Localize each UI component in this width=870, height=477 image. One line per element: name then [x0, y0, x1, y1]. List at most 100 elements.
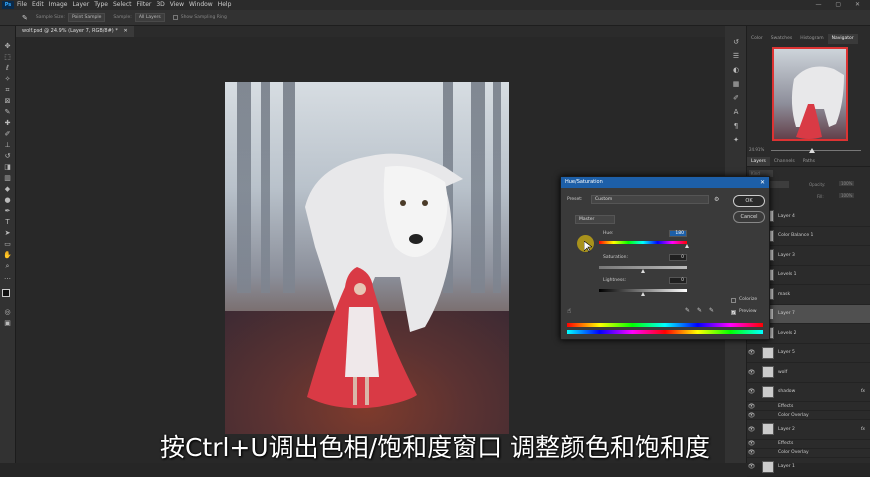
- layer-row[interactable]: 👁wolf: [747, 363, 870, 383]
- show-ring-checkbox[interactable]: [173, 15, 178, 20]
- menu-edit[interactable]: Edit: [32, 0, 44, 10]
- tab-histogram[interactable]: Histogram: [796, 34, 827, 44]
- menu-filter[interactable]: Filter: [137, 0, 152, 10]
- preview-label: Preview: [739, 309, 757, 314]
- window-controls[interactable]: — ▢ ✕: [815, 0, 866, 10]
- visibility-eye-icon[interactable]: 👁: [747, 388, 756, 395]
- character-icon[interactable]: A: [731, 108, 741, 117]
- tab-paths[interactable]: Paths: [799, 157, 819, 166]
- tab-layers[interactable]: Layers: [747, 157, 770, 166]
- targeted-adjustment-hand-icon[interactable]: ☝: [567, 307, 571, 315]
- layer-row[interactable]: 👁shadowfx: [747, 383, 870, 403]
- hand-tool-icon[interactable]: ✋: [3, 251, 12, 259]
- preset-label: Preset:: [567, 197, 583, 202]
- menu-view[interactable]: View: [170, 0, 184, 10]
- move-tool-icon[interactable]: ✥: [3, 42, 12, 50]
- marquee-tool-icon[interactable]: ⬚: [3, 53, 12, 61]
- healing-brush-icon[interactable]: ✚: [3, 119, 12, 127]
- document-image[interactable]: [225, 82, 509, 434]
- menu-image[interactable]: Image: [49, 0, 68, 10]
- eyedropper-subtract-icon[interactable]: ✎: [709, 307, 714, 314]
- gradient-tool-icon[interactable]: ▥: [3, 174, 12, 182]
- lightness-field[interactable]: 0: [669, 277, 687, 284]
- visibility-eye-icon[interactable]: 👁: [747, 349, 756, 356]
- cancel-button[interactable]: Cancel: [733, 211, 765, 223]
- tab-swatches[interactable]: Swatches: [767, 34, 797, 44]
- navigator-preview[interactable]: [772, 47, 848, 141]
- quick-mask-icon[interactable]: ◎: [3, 308, 12, 316]
- visibility-eye-icon[interactable]: 👁: [747, 412, 756, 419]
- layer-row[interactable]: 👁Color Overlay: [747, 411, 870, 420]
- navigator-zoom-slider[interactable]: 24.91%: [749, 147, 867, 155]
- menu-window[interactable]: Window: [189, 0, 213, 10]
- layer-row[interactable]: 👁Effects: [747, 402, 870, 411]
- zoom-tool-icon[interactable]: ⌕: [3, 262, 12, 270]
- fill-field[interactable]: 100%: [839, 193, 854, 198]
- properties-icon[interactable]: ☰: [731, 52, 741, 61]
- opacity-label: Opacity:: [809, 182, 825, 187]
- crop-tool-icon[interactable]: ⌗: [3, 86, 12, 94]
- opacity-field[interactable]: 100%: [839, 181, 854, 186]
- blur-tool-icon[interactable]: ◆: [3, 185, 12, 193]
- type-tool-icon[interactable]: T: [3, 218, 12, 226]
- hue-slider-track[interactable]: [599, 241, 687, 244]
- menu-type[interactable]: Type: [94, 0, 108, 10]
- layer-name: Layer 7: [778, 311, 795, 316]
- sample-dropdown[interactable]: All Layers: [135, 13, 165, 22]
- layer-row[interactable]: 👁Layer 5: [747, 344, 870, 364]
- paragraph-icon[interactable]: ¶: [731, 122, 741, 131]
- tab-channels[interactable]: Channels: [770, 157, 799, 166]
- eyedropper-add-icon[interactable]: ✎: [697, 307, 702, 314]
- dialog-title-bar[interactable]: Hue/Saturation ✕: [561, 177, 769, 188]
- quick-select-tool-icon[interactable]: ✧: [3, 75, 12, 83]
- styles-icon[interactable]: ✦: [731, 136, 741, 145]
- dodge-tool-icon[interactable]: ●: [3, 196, 12, 204]
- brushes-icon[interactable]: ✐: [731, 94, 741, 103]
- tab-navigator[interactable]: Navigator: [828, 34, 858, 44]
- colorize-checkbox[interactable]: [731, 298, 736, 303]
- saturation-field[interactable]: 0: [669, 254, 687, 261]
- layer-effects-icon[interactable]: fx: [861, 389, 865, 394]
- saturation-slider-thumb[interactable]: [641, 269, 645, 273]
- shape-tool-icon[interactable]: ▭: [3, 240, 12, 248]
- menu-file[interactable]: File: [17, 0, 27, 10]
- libraries-icon[interactable]: ▦: [731, 80, 741, 89]
- path-select-icon[interactable]: ➤: [3, 229, 12, 237]
- eyedropper-icon[interactable]: ✎: [685, 307, 690, 314]
- close-icon[interactable]: ✕: [123, 28, 127, 34]
- brush-tool-icon[interactable]: ✐: [3, 130, 12, 138]
- more-tools-icon[interactable]: …: [3, 273, 12, 281]
- screen-mode-icon[interactable]: ▣: [3, 319, 12, 327]
- hue-slider-thumb[interactable]: [685, 244, 689, 248]
- visibility-eye-icon[interactable]: 👁: [747, 369, 756, 376]
- tab-color[interactable]: Color: [747, 34, 767, 44]
- lightness-slider-thumb[interactable]: [641, 292, 645, 296]
- visibility-eye-icon[interactable]: 👁: [747, 463, 756, 470]
- hue-field[interactable]: 180: [669, 230, 687, 237]
- stamp-tool-icon[interactable]: ⊥: [3, 141, 12, 149]
- close-icon[interactable]: ✕: [760, 177, 765, 188]
- eyedropper-icon[interactable]: ✎: [3, 108, 12, 116]
- history-icon[interactable]: ↺: [731, 38, 741, 47]
- document-tab[interactable]: wolf.psd @ 24.9% (Layer 7, RGB/8#) * ✕: [16, 26, 134, 37]
- fill-label: Fill:: [817, 194, 824, 199]
- history-brush-icon[interactable]: ↺: [3, 152, 12, 160]
- visibility-eye-icon[interactable]: 👁: [747, 403, 756, 410]
- channel-dropdown[interactable]: Master: [575, 215, 615, 224]
- sample-size-dropdown[interactable]: Point Sample: [68, 13, 105, 22]
- preset-dropdown[interactable]: Custom: [591, 195, 709, 204]
- eraser-tool-icon[interactable]: ◨: [3, 163, 12, 171]
- adjustments-icon[interactable]: ◐: [731, 66, 741, 75]
- menu-3d[interactable]: 3D: [156, 0, 164, 10]
- menu-select[interactable]: Select: [113, 0, 132, 10]
- foreground-color-swatch[interactable]: [2, 289, 10, 297]
- lasso-tool-icon[interactable]: ℓ: [3, 64, 12, 72]
- menu-help[interactable]: Help: [218, 0, 232, 10]
- preset-options-gear-icon[interactable]: ⚙: [714, 196, 719, 203]
- frame-tool-icon[interactable]: ⊠: [3, 97, 12, 105]
- pen-tool-icon[interactable]: ✒: [3, 207, 12, 215]
- eyedropper-tool-icon[interactable]: ✎: [22, 14, 28, 22]
- ok-button[interactable]: OK: [733, 195, 765, 207]
- menu-layer[interactable]: Layer: [72, 0, 89, 10]
- preview-checkbox[interactable]: ✓: [731, 310, 736, 315]
